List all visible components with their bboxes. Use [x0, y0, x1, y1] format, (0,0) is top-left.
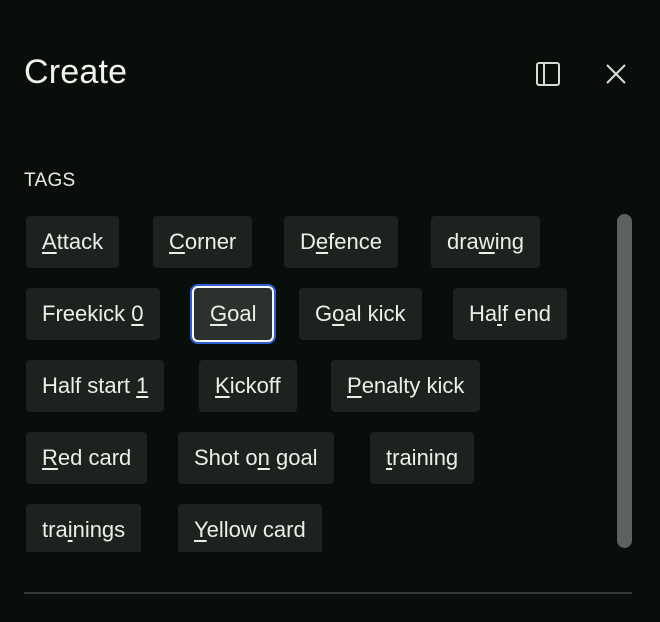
tag-drawing[interactable]: drawing	[431, 216, 541, 268]
tag-shortcut-key: 1	[136, 373, 149, 398]
tag-shortcut-key: Y	[194, 517, 207, 542]
tag-label: ickoff	[229, 373, 281, 398]
page-title: Create	[24, 53, 128, 91]
tags-section-label: TAGS	[24, 170, 76, 191]
tag-label: oal	[227, 301, 257, 326]
tag-goal[interactable]: Goal	[194, 288, 273, 340]
tag-shortcut-key: n	[257, 445, 270, 470]
tag-shortcut-key: K	[215, 373, 230, 398]
tag-training[interactable]: training	[370, 432, 475, 484]
tag-label: enalty kick	[361, 373, 465, 398]
tag-shortcut-key: A	[42, 229, 57, 254]
tag-label: ellow card	[206, 517, 306, 542]
tag-shortcut-key: e	[315, 229, 329, 254]
close-icon	[606, 64, 626, 84]
tag-shortcut-key: R	[42, 445, 58, 470]
close-button[interactable]	[596, 54, 636, 94]
tag-shortcut-key: w	[478, 229, 495, 254]
tag-shot-on-goal[interactable]: Shot on goal	[178, 432, 334, 484]
tag-goal-kick[interactable]: Goal kick	[299, 288, 422, 340]
tag-kickoff[interactable]: Kickoff	[199, 360, 297, 412]
divider	[24, 592, 632, 594]
sidebar-panel-icon	[536, 62, 560, 86]
tag-defence[interactable]: Defence	[284, 216, 398, 268]
tag-label: al kick	[344, 301, 406, 326]
tag-label: raining	[392, 445, 459, 470]
tag-penalty-kick[interactable]: Penalty kick	[331, 360, 481, 412]
tag-red-card[interactable]: Red card	[26, 432, 148, 484]
tag-label: Shot o	[194, 445, 258, 470]
tag-label: ing	[494, 229, 525, 254]
tags-list: Attack Corner Defence drawing Freekick 0…	[26, 216, 606, 552]
tag-freekick[interactable]: Freekick 0	[26, 288, 160, 340]
tag-shortcut-key: 0	[131, 301, 144, 326]
tag-label: ttack	[56, 229, 104, 254]
tag-label: tra	[42, 517, 68, 542]
tag-label: dra	[447, 229, 479, 254]
tag-shortcut-key: P	[347, 373, 362, 398]
tag-label: ed card	[57, 445, 132, 470]
tag-label: Ha	[469, 301, 498, 326]
tag-label: fence	[328, 229, 382, 254]
tags-scrollbar[interactable]	[617, 214, 632, 548]
tag-label: f end	[502, 301, 551, 326]
tag-shortcut-key: o	[332, 301, 345, 326]
tag-label: D	[300, 229, 316, 254]
tag-label: orner	[184, 229, 237, 254]
toggle-panel-button[interactable]	[528, 54, 568, 94]
tag-attack[interactable]: Attack	[26, 216, 120, 268]
tag-label: goal	[269, 445, 318, 470]
tag-corner[interactable]: Corner	[153, 216, 253, 268]
tag-label: Freekick	[42, 301, 132, 326]
tag-shortcut-key: C	[169, 229, 185, 254]
tag-label: Half start	[42, 373, 137, 398]
tag-half-start[interactable]: Half start 1	[26, 360, 165, 412]
tag-label: nings	[72, 517, 126, 542]
tag-label: G	[315, 301, 333, 326]
tag-half-end[interactable]: Half end	[453, 288, 567, 340]
tag-shortcut-key: G	[210, 301, 228, 326]
tag-yellow-card[interactable]: Yellow card	[178, 504, 322, 552]
tag-trainings[interactable]: trainings	[26, 504, 142, 552]
